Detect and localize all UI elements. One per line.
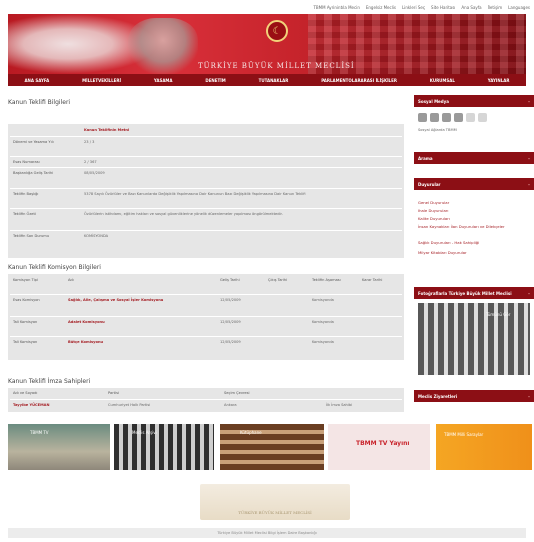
topbar-link[interactable]: Engelsiz Meclis bbox=[366, 5, 396, 10]
commission-type: Esas Komisyon bbox=[13, 298, 40, 302]
bill-row-value: KOMİSYONDA bbox=[84, 234, 109, 238]
announcement-link[interactable]: İnsan Kaynakları İlan Duyuruları ve Dile… bbox=[418, 224, 530, 229]
commission-col-header: Adı bbox=[68, 278, 74, 282]
commission-col-header: Teklifin Aşaması bbox=[312, 278, 341, 282]
commission-stage: Komisyonda bbox=[312, 298, 334, 302]
flickr-icon[interactable] bbox=[466, 113, 475, 122]
youtube-icon[interactable] bbox=[442, 113, 451, 122]
top-utility-bar: TBMM Ayrinintıla Mecin Engelsiz Meclis L… bbox=[8, 0, 534, 14]
bill-row-label: Teklifin Başlığı bbox=[13, 192, 39, 196]
nav-item-publications[interactable]: YAYINLAR bbox=[488, 78, 510, 83]
bill-row-value: Özürlülerin istihdamı, eğitim hakları ve… bbox=[84, 212, 283, 216]
parliament-emblem-icon[interactable]: ☾ bbox=[266, 20, 288, 42]
commission-col-header: Geliş Tarihi bbox=[220, 278, 240, 282]
thumb-label: TBMM Milli Saraylar bbox=[444, 432, 484, 437]
commission-col-header: Karar Tarihi bbox=[362, 278, 383, 282]
thumb-palaces[interactable]: TBMM Milli Saraylar bbox=[436, 424, 532, 470]
nav-item-minutes[interactable]: TUTANAKLAR bbox=[259, 78, 289, 83]
thumb-label: TBMM TV Yayını bbox=[356, 440, 410, 447]
topbar-link[interactable]: İletişim bbox=[488, 5, 503, 10]
nav-item-home[interactable]: ANA SAYFA bbox=[24, 78, 49, 83]
rss-icon[interactable] bbox=[454, 113, 463, 122]
announcement-link[interactable]: Sağlık Duyuruları - Hak Sahipliği bbox=[418, 240, 530, 245]
thumb-tv[interactable]: TBMM TV bbox=[8, 424, 110, 470]
sponsor-name-link[interactable]: Tayyibe YÜCEMAN bbox=[13, 403, 49, 407]
logo-caption: TÜRKİYE BÜYÜK MİLLET MECLİSİ bbox=[238, 510, 312, 515]
thumb-label: Meclis Arşivi bbox=[132, 430, 157, 435]
nav-item-oversight[interactable]: DENETİM bbox=[205, 78, 225, 83]
commission-col-header: Komisyon Tipi bbox=[13, 278, 38, 282]
topbar-link[interactable]: Ana Sayfa bbox=[461, 5, 481, 10]
bill-info-heading: Kanun Teklifi Bilgileri bbox=[8, 99, 71, 106]
thumb-library[interactable]: Kütüphane bbox=[220, 424, 324, 470]
bill-row-label: Başkanlığa Geliş Tarihi bbox=[13, 171, 54, 175]
bill-row-label: Esas Numarası bbox=[13, 160, 40, 164]
bill-row-label: Teklifin Son Durumu bbox=[13, 234, 50, 238]
social-media-heading[interactable]: Sosyal Medya bbox=[414, 95, 534, 107]
nav-item-legislation[interactable]: YASAMA bbox=[154, 78, 173, 83]
announcement-link[interactable]: Genel Duyurular bbox=[418, 200, 449, 205]
topbar-link[interactable]: Site Haritası bbox=[431, 5, 455, 10]
commission-name-link[interactable]: Adalet Komisyonu bbox=[68, 320, 105, 324]
site-title: TÜRKİYE BÜYÜK MİLLET MECLİSİ bbox=[198, 62, 355, 70]
gallery-caption[interactable]: Tümünü Gör bbox=[486, 312, 510, 317]
nav-item-deputies[interactable]: MİLLETVEKİLLERİ bbox=[82, 78, 121, 83]
topbar-link[interactable]: Languages bbox=[508, 5, 530, 10]
nav-item-international[interactable]: PARLAMENTOLARARASI İLİŞKİLER bbox=[321, 78, 397, 83]
sponsor-panel bbox=[8, 388, 404, 412]
ataturk-portrait bbox=[128, 18, 198, 74]
twitter-icon[interactable] bbox=[430, 113, 439, 122]
bill-text-link[interactable]: Kanun Teklifinin Metni bbox=[84, 128, 129, 132]
sponsor-col-header: Adı ve Soyadı bbox=[13, 391, 38, 395]
nav-item-institutional[interactable]: KURUMSAL bbox=[430, 78, 455, 83]
sponsor-party: Cumhuriyet Halk Partisi bbox=[108, 403, 151, 407]
commission-stage: Komisyonda bbox=[312, 320, 334, 324]
sponsor-city: Ankara bbox=[224, 403, 237, 407]
page-footer: Türkiye Büyük Millet Meclisi Bilgi İşlem… bbox=[8, 528, 526, 538]
commission-heading: Kanun Teklifi Komisyon Bilgileri bbox=[8, 264, 101, 271]
bill-row-label: Teklifin Özeti bbox=[13, 212, 36, 216]
main-navigation: ANA SAYFA MİLLETVEKİLLERİ YASAMA DENETİM… bbox=[8, 74, 526, 86]
thumb-broadcast[interactable]: TBMM TV Yayını bbox=[328, 424, 430, 470]
sponsor-col-header: Partisi bbox=[108, 391, 119, 395]
announcement-link[interactable]: Ihale Duyuruları bbox=[418, 208, 448, 213]
announcement-link[interactable]: Kalite Duyuruları bbox=[418, 216, 450, 221]
sponsor-role: İlk İmza Sahibi bbox=[326, 403, 353, 407]
announcements-heading[interactable]: Duyurular bbox=[414, 178, 534, 190]
mobile-icon[interactable] bbox=[478, 113, 487, 122]
commission-date: 12/05/2009 bbox=[220, 340, 241, 344]
facebook-icon[interactable] bbox=[418, 113, 427, 122]
bill-row-value: 08/05/2009 bbox=[84, 171, 105, 175]
bill-row-value: 23 / 3 bbox=[84, 140, 95, 144]
sponsor-heading: Kanun Teklifi İmza Sahipleri bbox=[8, 378, 91, 385]
commission-date: 12/05/2009 bbox=[220, 298, 241, 302]
bill-row-label: Dönemi ve Yasama Yılı bbox=[13, 140, 54, 144]
topbar-link[interactable]: TBMM Ayrinintıla Mecin bbox=[313, 5, 359, 10]
thumb-label: TBMM TV bbox=[30, 430, 49, 435]
announcement-link[interactable]: Milyar Kitabları Duyurular bbox=[418, 250, 467, 255]
commission-panel bbox=[8, 274, 404, 360]
header-banner: ☾ TÜRKİYE BÜYÜK MİLLET MECLİSİ bbox=[8, 14, 526, 74]
commission-date: 12/05/2009 bbox=[220, 320, 241, 324]
sponsor-col-header: Seçim Çevresi bbox=[224, 391, 250, 395]
thumb-archive[interactable]: Meclis Arşivi bbox=[114, 424, 214, 470]
social-caption: Sosyal Ağlarda TBMM bbox=[418, 128, 457, 132]
search-heading[interactable]: Arama bbox=[414, 152, 534, 164]
visits-heading[interactable]: Meclis Ziyaretleri bbox=[414, 390, 534, 402]
gallery-photo[interactable] bbox=[418, 303, 530, 375]
thumb-label: Kütüphane bbox=[240, 430, 262, 435]
commission-type: Tali Komisyon bbox=[13, 320, 38, 324]
commission-stage: Komisyonda bbox=[312, 340, 334, 344]
topbar-link[interactable]: Linkleri Seç bbox=[402, 5, 425, 10]
commission-name-link[interactable]: Bütçe Komisyonu bbox=[68, 340, 103, 344]
social-icons bbox=[418, 113, 487, 122]
bill-row-value: 2 / 367 bbox=[84, 160, 97, 164]
commission-name-link[interactable]: Sağlık, Aile, Çalışma ve Sosyal İşler Ko… bbox=[68, 298, 208, 302]
bill-row-value: 5378 Sayılı Özürlüler ve Bazı Kanunlarda… bbox=[84, 192, 306, 196]
commission-col-header: Çıkış Tarihi bbox=[268, 278, 288, 282]
footer-text: Türkiye Büyük Millet Meclisi Bilgi İşlem… bbox=[217, 531, 317, 535]
photo-gallery-heading[interactable]: Fotoğraflarla Türkiye Büyük Millet Mecli… bbox=[414, 287, 534, 299]
commission-type: Tali Komisyon bbox=[13, 340, 38, 344]
parliament-logo[interactable]: TÜRKİYE BÜYÜK MİLLET MECLİSİ bbox=[200, 484, 350, 520]
